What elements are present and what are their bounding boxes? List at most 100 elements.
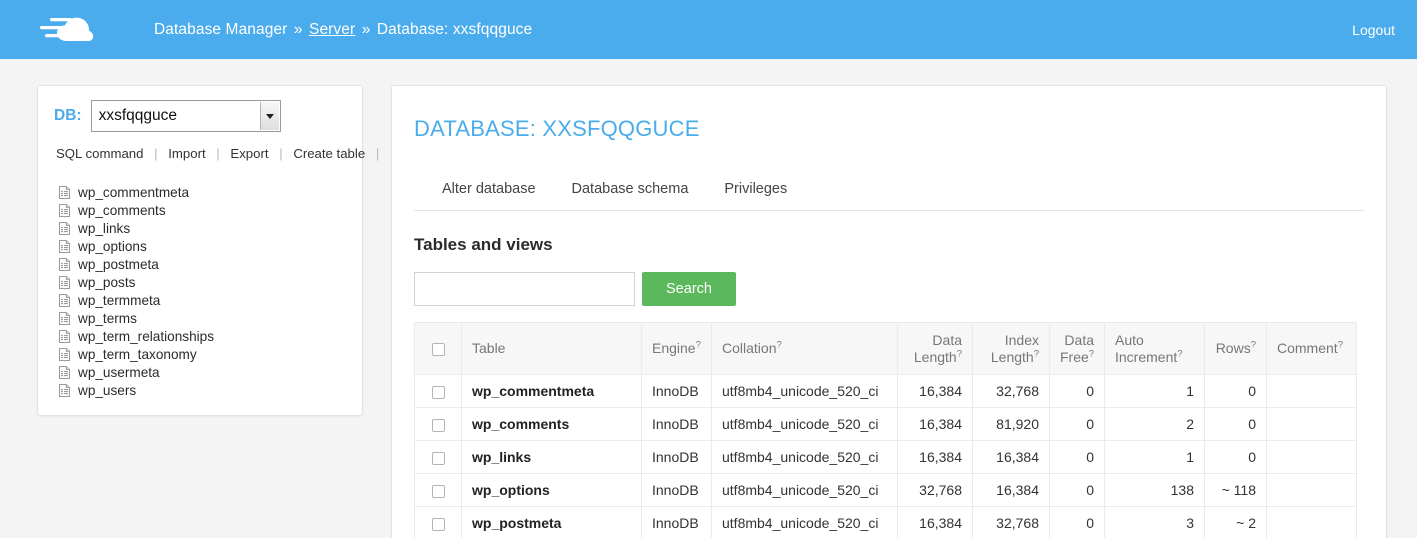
tab-privileges[interactable]: Privileges (706, 175, 805, 210)
row-checkbox[interactable] (431, 451, 445, 465)
breadcrumb-database: Database: xxsfqqguce (376, 20, 533, 38)
table-row[interactable]: wp_postmeta InnoDB utf8mb4_unicode_520_ci 1… (414, 506, 1357, 538)
sidebar-table-label: wp_term_relationships (78, 328, 215, 344)
row-select-cell (414, 407, 462, 442)
column-header-table[interactable]: Table (461, 321, 642, 376)
sidebar-table-item[interactable]: wp_commentmeta (59, 183, 346, 201)
cell-table-name[interactable]: wp_links (461, 440, 642, 475)
cell-engine: InnoDB (641, 506, 712, 538)
database-select[interactable]: xxsfqqguce (90, 100, 281, 132)
tables-grid-body: wp_commentmeta InnoDB utf8mb4_unicode_520_… (414, 374, 1357, 538)
table-row[interactable]: wp_commentmeta InnoDB utf8mb4_unicode_520_… (414, 374, 1357, 409)
cell-data-length: 16,384 (897, 374, 973, 409)
cell-engine: InnoDB (641, 473, 712, 508)
sidebar-table-item[interactable]: wp_term_relationships (59, 327, 346, 345)
select-all-checkbox[interactable] (431, 343, 445, 357)
cell-collation: utf8mb4_unicode_520_ci (711, 440, 898, 475)
document-icon (59, 221, 70, 235)
chevron-down-icon[interactable] (259, 102, 279, 130)
import-link[interactable]: Import (168, 146, 205, 161)
cell-table-name[interactable]: wp_comments (461, 407, 642, 442)
database-selector-row: DB: xxsfqqguce (54, 100, 346, 132)
column-label: Engine (652, 340, 696, 357)
cell-data-length: 32,768 (897, 473, 973, 508)
sidebar-table-item[interactable]: wp_options (59, 237, 346, 255)
help-marker[interactable]: ? (1177, 348, 1182, 359)
help-marker[interactable]: ? (1251, 340, 1256, 351)
cell-comment (1266, 473, 1357, 508)
help-marker[interactable]: ? (957, 348, 962, 359)
breadcrumb-separator-2: » (361, 20, 371, 38)
document-icon (59, 383, 70, 397)
sidebar-table-item[interactable]: wp_terms (59, 309, 346, 327)
table-header-row: Table Engine? Collation? Data Length? In… (414, 321, 1357, 376)
column-label: Index Length (990, 332, 1039, 365)
row-select-cell (414, 506, 462, 538)
sidebar-table-label: wp_posts (78, 274, 136, 290)
help-marker[interactable]: ? (1338, 340, 1343, 351)
row-checkbox[interactable] (431, 484, 445, 498)
table-row[interactable]: wp_options InnoDB utf8mb4_unicode_520_ci 32… (414, 473, 1357, 508)
column-header-data-length[interactable]: Data Length? (897, 321, 973, 376)
logout-link[interactable]: Logout (1352, 22, 1395, 38)
cell-comment (1266, 440, 1357, 475)
sidebar-table-item[interactable]: wp_posts (59, 273, 346, 291)
row-checkbox[interactable] (431, 517, 445, 531)
link-separator: | (375, 146, 380, 161)
sidebar-table-item[interactable]: wp_links (59, 219, 346, 237)
column-header-index-length[interactable]: Index Length? (972, 321, 1050, 376)
breadcrumb-root: Database Manager (154, 20, 288, 38)
cell-table-name[interactable]: wp_commentmeta (461, 374, 642, 409)
sidebar-table-item[interactable]: wp_comments (59, 201, 346, 219)
create-table-link[interactable]: Create table (293, 146, 365, 161)
table-row[interactable]: wp_links InnoDB utf8mb4_unicode_520_ci 16,3… (414, 440, 1357, 475)
tab-alter-database[interactable]: Alter database (424, 175, 554, 210)
export-link[interactable]: Export (230, 146, 268, 161)
sidebar-table-label: wp_term_taxonomy (78, 346, 197, 362)
column-header-engine[interactable]: Engine? (641, 321, 712, 376)
cell-data-free: 0 (1049, 440, 1105, 475)
cell-auto-increment: 1 (1104, 374, 1205, 409)
help-marker[interactable]: ? (696, 340, 701, 351)
sidebar-table-list: wp_commentmeta wp_comments wp_links wp_opti… (59, 183, 346, 399)
cell-engine: InnoDB (641, 407, 712, 442)
column-header-auto-increment[interactable]: Auto Increment? (1104, 321, 1205, 376)
column-header-rows[interactable]: Rows? (1204, 321, 1267, 376)
link-separator: | (279, 146, 283, 161)
column-label: Data Length (913, 332, 962, 365)
sidebar-table-label: wp_postmeta (78, 256, 159, 272)
sql-command-link[interactable]: SQL command (56, 146, 143, 161)
tables-grid-wrapper: Table Engine? Collation? Data Length? In… (392, 321, 1386, 538)
sidebar-table-item[interactable]: wp_termmeta (59, 291, 346, 309)
sidebar-table-item[interactable]: wp_postmeta (59, 255, 346, 273)
cell-index-length: 32,768 (972, 374, 1050, 409)
link-separator: | (216, 146, 220, 161)
sidebar-table-item[interactable]: wp_usermeta (59, 363, 346, 381)
help-marker[interactable]: ? (776, 340, 781, 351)
row-checkbox[interactable] (431, 385, 445, 399)
search-button[interactable]: Search (642, 272, 736, 306)
column-label: Rows (1215, 340, 1251, 357)
table-row[interactable]: wp_comments InnoDB utf8mb4_unicode_520_ci 1… (414, 407, 1357, 442)
cell-table-name[interactable]: wp_postmeta (461, 506, 642, 538)
row-checkbox[interactable] (431, 418, 445, 432)
page-title: DATABASE: XXSFQQGUCE (414, 116, 700, 141)
sidebar-table-item[interactable]: wp_term_taxonomy (59, 345, 346, 363)
breadcrumb-server-link[interactable]: Server (309, 21, 355, 38)
document-icon (59, 239, 70, 253)
section-title: Tables and views (414, 235, 553, 254)
tab-database-schema[interactable]: Database schema (554, 175, 707, 210)
column-header-data-free[interactable]: Data Free? (1049, 321, 1105, 376)
cell-data-length: 16,384 (897, 506, 973, 538)
cell-comment (1266, 407, 1357, 442)
column-header-comment[interactable]: Comment? (1266, 321, 1357, 376)
cell-table-name[interactable]: wp_options (461, 473, 642, 508)
sidebar-table-label: wp_options (78, 238, 147, 254)
sidebar-table-label: wp_terms (78, 310, 137, 326)
search-input[interactable] (414, 272, 635, 306)
column-header-collation[interactable]: Collation? (711, 321, 898, 376)
help-marker[interactable]: ? (1034, 348, 1039, 359)
cell-rows: 0 (1204, 374, 1267, 409)
help-marker[interactable]: ? (1089, 348, 1094, 359)
sidebar-table-item[interactable]: wp_users (59, 381, 346, 399)
